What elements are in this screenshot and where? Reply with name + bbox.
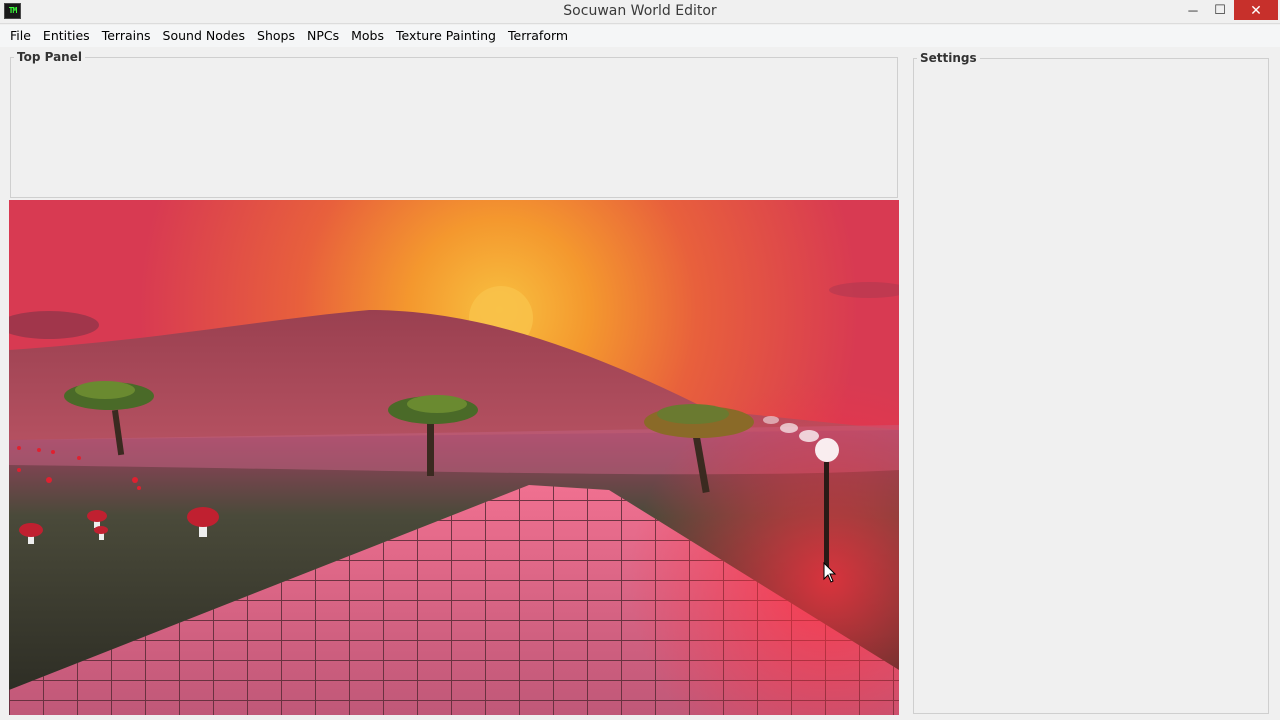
- menu-texture-painting[interactable]: Texture Painting: [390, 25, 502, 47]
- menu-bar: File Entities Terrains Sound Nodes Shops…: [0, 25, 1280, 47]
- menu-mobs[interactable]: Mobs: [345, 25, 390, 47]
- menu-sound-nodes[interactable]: Sound Nodes: [157, 25, 251, 47]
- minimize-button[interactable]: ─: [1180, 0, 1206, 20]
- close-button[interactable]: ✕: [1234, 0, 1278, 20]
- viewport-scene: [9, 200, 899, 715]
- settings-panel: [913, 58, 1269, 714]
- mouse-cursor-icon: [823, 562, 837, 583]
- menu-entities[interactable]: Entities: [37, 25, 96, 47]
- menu-terrains[interactable]: Terrains: [96, 25, 157, 47]
- world-viewport[interactable]: [9, 200, 899, 715]
- window-title: Socuwan World Editor: [563, 3, 717, 19]
- maximize-button[interactable]: ☐: [1207, 0, 1233, 20]
- top-panel-title: Top Panel: [14, 50, 85, 64]
- menu-shops[interactable]: Shops: [251, 25, 301, 47]
- settings-panel-title: Settings: [917, 51, 980, 65]
- minimize-icon: ─: [1188, 2, 1198, 18]
- title-bar: TM Socuwan World Editor ─ ☐ ✕: [0, 0, 1280, 24]
- menu-npcs[interactable]: NPCs: [301, 25, 345, 47]
- menu-file[interactable]: File: [4, 25, 37, 47]
- close-icon: ✕: [1250, 1, 1262, 18]
- menu-terraform[interactable]: Terraform: [502, 25, 574, 47]
- maximize-icon: ☐: [1214, 2, 1226, 17]
- top-panel: [10, 57, 898, 198]
